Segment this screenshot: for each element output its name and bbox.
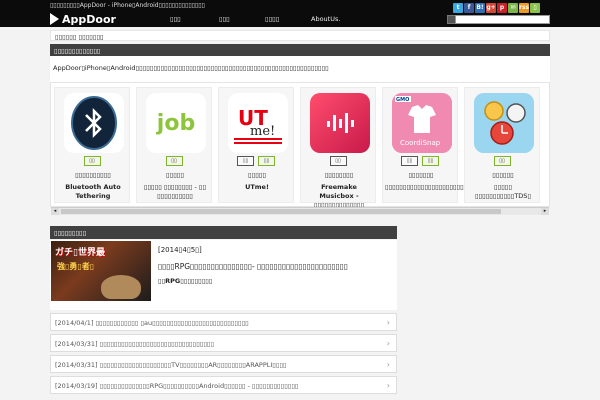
list-item[interactable]: [2014/03/31] ▯▯▯▯▯▯▯▯▯▯▯▯▯▯▯▯▯▯▯▯TV▯▯▯▯▯… (50, 355, 397, 373)
horizontal-scrollbar[interactable]: ◂ ▸ (51, 207, 549, 215)
app-category: ▯▯▯▯▯ (248, 171, 266, 179)
clock-icon (474, 93, 534, 153)
tag-badge[interactable]: ▯▯ (422, 156, 439, 166)
app-category: ▯▯▯▯▯▯ (492, 171, 514, 179)
pinterest-icon[interactable]: p (497, 3, 507, 13)
app-name[interactable]: ▯▯▯▯▯ ▯▯▯▯▯▯▯▯ - ▯▯ ▯▯▯▯▯▯▯▯▯▯ (139, 183, 211, 201)
list-date: [2014/03/31] (55, 361, 98, 369)
mail-icon[interactable]: ✉ (508, 3, 518, 13)
list-title: ▯▯▯▯▯▯▯▯▯▯▯▯▯▯▯▯▯▯▯▯▯▯▯▯▯▯▯▯▯▯▯▯ (99, 340, 215, 348)
thumbnail-text-1: ガチ▯世界最 (55, 248, 105, 258)
app-card[interactable]: GMO CoordiSnap ▯▯ ▯▯ ▯▯▯▯▯▯▯ ▯▯▯▯▯▯▯▯▯▯▯▯▯… (382, 87, 490, 203)
chevron-right-icon: › (386, 360, 390, 369)
scrollbar-thumb[interactable] (61, 209, 501, 214)
app-category: ▯▯▯▯▯▯▯▯▯▯ (75, 171, 111, 179)
rss-icon[interactable]: rss (519, 3, 529, 13)
tag-badge[interactable]: ▯▯ (401, 156, 418, 166)
app-card[interactable]: UT me! ▯▯ ▯▯ ▯▯▯▯▯ UTme! (218, 87, 294, 203)
search-input[interactable] (455, 15, 550, 24)
list-item[interactable]: [2014/03/31] ▯▯▯▯▯▯▯▯▯▯▯▯▯▯▯▯▯▯▯▯▯▯▯▯▯▯▯… (50, 334, 397, 352)
tag-badge[interactable]: ▯▯ (493, 156, 511, 166)
tag-badge[interactable]: ▯▯ (83, 156, 101, 166)
nav-item-3[interactable]: ▯▯▯▯ (265, 15, 279, 23)
section-header-news: ▯▯▯▯▯▯▯▯▯ (50, 226, 397, 239)
site-logo[interactable]: AppDoor (50, 12, 116, 26)
intro-text: AppDoor▯iPhone▯Android▯▯▯▯▯▯▯▯▯▯▯▯▯▯▯▯▯▯… (50, 56, 550, 82)
thumbnail-character (101, 275, 141, 299)
chevron-right-icon: › (386, 381, 390, 390)
tag-badge[interactable]: ▯▯ (258, 156, 275, 166)
twitter-icon[interactable]: t (453, 3, 463, 13)
list-item[interactable]: [2014/03/19] ▯▯▯▯▯▯▯▯▯▯▯▯▯▯RPG▯▯▯▯▯▯▯▯▯▯… (50, 376, 397, 394)
musicbox-icon (310, 93, 370, 153)
play-logo-icon (50, 13, 59, 25)
app-card[interactable]: ▯▯ ▯▯▯▯▯▯▯▯ Freemake Musicbox - ▯▯▯▯▯▯▯▯… (300, 87, 376, 209)
app-carousel: ▯▯ ▯▯▯▯▯▯▯▯▯▯ Bluetooth Auto Tethering j… (50, 82, 550, 215)
facebook-icon[interactable]: f (464, 3, 474, 13)
list-date: [2014/03/31] (55, 340, 98, 348)
scroll-right-arrow-icon[interactable]: ▸ (541, 208, 549, 215)
job-icon: job (146, 93, 206, 153)
app-name[interactable]: ▯▯▯▯▯▯▯▯▯▯▯▯▯▯▯▯▯▯▯▯▯▯▯▯WEAR (385, 183, 490, 192)
coordisnap-icon: GMO CoordiSnap (392, 93, 452, 153)
tag-badge[interactable]: ▯▯ (329, 156, 347, 166)
chevron-right-icon: › (386, 339, 390, 348)
feedly-icon[interactable]: ▯ (530, 3, 540, 13)
app-name[interactable]: Freemake Musicbox - ▯▯▯▯▯▯▯▯▯▯▯▯▯▯ (303, 183, 375, 210)
tag-badge[interactable]: ▯▯ (237, 156, 254, 166)
utme-icon: UT me! (228, 93, 288, 153)
app-name[interactable]: Bluetooth Auto Tethering (57, 183, 129, 201)
app-name[interactable]: ▯▯▯▯▯ ▯▯▯▯▯▯▯▯▯▯▯TDS▯ (467, 183, 539, 201)
hatena-icon[interactable]: B! (475, 3, 485, 13)
googleplus-icon[interactable]: g+ (486, 3, 496, 13)
app-card[interactable]: ▯▯ ▯▯▯▯▯▯ ▯▯▯▯▯ ▯▯▯▯▯▯▯▯▯▯▯TDS▯ (464, 87, 540, 203)
featured-title[interactable]: ▯▯▯▯RPG▯▯▯▯▯▯▯▯▯▯▯▯▯▯▯- ▯▯▯▯▯▯▯▯▯▯▯▯▯▯▯▯… (158, 262, 348, 271)
app-category: ▯▯▯▯▯▯▯▯ (324, 171, 354, 179)
svg-text:me!: me! (250, 124, 275, 139)
breadcrumb: ▯▯▯▯▯▯ ▯▯▯▯▯▯▯ (50, 30, 550, 41)
breadcrumb-home[interactable]: ▯▯▯▯▯▯ (55, 33, 76, 41)
app-category: ▯▯▯▯▯▯▯ (408, 171, 434, 179)
chevron-right-icon: › (386, 318, 390, 327)
list-title: ▯▯▯▯▯▯▯▯▯▯▯▯▯▯▯▯▯▯▯▯TV▯▯▯▯▯▯▯▯AR▯▯▯▯▯▯▯▯… (99, 361, 287, 369)
list-title: ▯▯▯▯▯▯▯▯▯▯▯▯▯▯RPG▯▯▯▯▯▯▯▯▯▯Android▯▯▯▯▯▯… (99, 382, 299, 390)
featured-date: [2014▯4▯5▯] (158, 246, 202, 254)
featured-article[interactable]: ガチ▯世界最 強▯勇▯者▯ [2014▯4▯5▯] ▯▯▯▯RPG▯▯▯▯▯▯▯… (50, 240, 397, 310)
site-tagline: ▯▯▯▯▯▯▯▯▯AppDoor - iPhone▯Android▯▯▯▯▯▯▯… (50, 2, 205, 9)
list-date: [2014/03/19] (55, 382, 98, 390)
list-item[interactable]: [2014/04/1] ▯▯▯▯▯▯▯▯▯▯▯▯ ▯au▯▯▯▯▯▯▯▯▯▯▯▯… (50, 313, 397, 331)
svg-text:CoordiSnap: CoordiSnap (400, 139, 441, 147)
svg-text:GMO: GMO (396, 97, 409, 103)
scroll-left-arrow-icon[interactable]: ◂ (51, 208, 59, 215)
top-header-bar: ▯▯▯▯▯▯▯▯▯AppDoor - iPhone▯Android▯▯▯▯▯▯▯… (0, 0, 600, 27)
logo-text: AppDoor (62, 12, 116, 26)
breadcrumb-current: ▯▯▯▯▯▯▯ (78, 33, 104, 41)
featured-category[interactable]: ▯▯RPG▯▯▯▯▯▯▯▯▯ (158, 277, 212, 285)
social-icons: t f B! g+ p ✉ rss ▯ (453, 3, 540, 13)
nav-item-aboutus[interactable]: AboutUs. (311, 15, 340, 23)
nav-item-2[interactable]: ▯▯▯ (219, 15, 230, 23)
app-card[interactable]: job ▯▯ ▯▯▯▯▯ ▯▯▯▯▯ ▯▯▯▯▯▯▯▯ - ▯▯ ▯▯▯▯▯▯▯… (136, 87, 212, 203)
nav-item-1[interactable]: ▯▯▯ (170, 15, 181, 23)
app-category: ▯▯▯▯▯ (166, 171, 184, 179)
tag-badge[interactable]: ▯▯ (165, 156, 183, 166)
thumbnail-text-2: 強▯勇▯者▯ (57, 262, 95, 271)
list-date: [2014/04/1] (55, 319, 94, 327)
app-card[interactable]: ▯▯ ▯▯▯▯▯▯▯▯▯▯ Bluetooth Auto Tethering (54, 87, 130, 203)
featured-thumbnail[interactable]: ガチ▯世界最 強▯勇▯者▯ (51, 241, 151, 301)
bluetooth-icon (64, 93, 124, 153)
list-title: ▯▯▯▯▯▯▯▯▯▯▯▯ ▯au▯▯▯▯▯▯▯▯▯▯▯▯▯▯▯▯▯▯▯▯▯▯▯▯… (95, 319, 249, 327)
app-name[interactable]: UTme! (221, 183, 293, 192)
